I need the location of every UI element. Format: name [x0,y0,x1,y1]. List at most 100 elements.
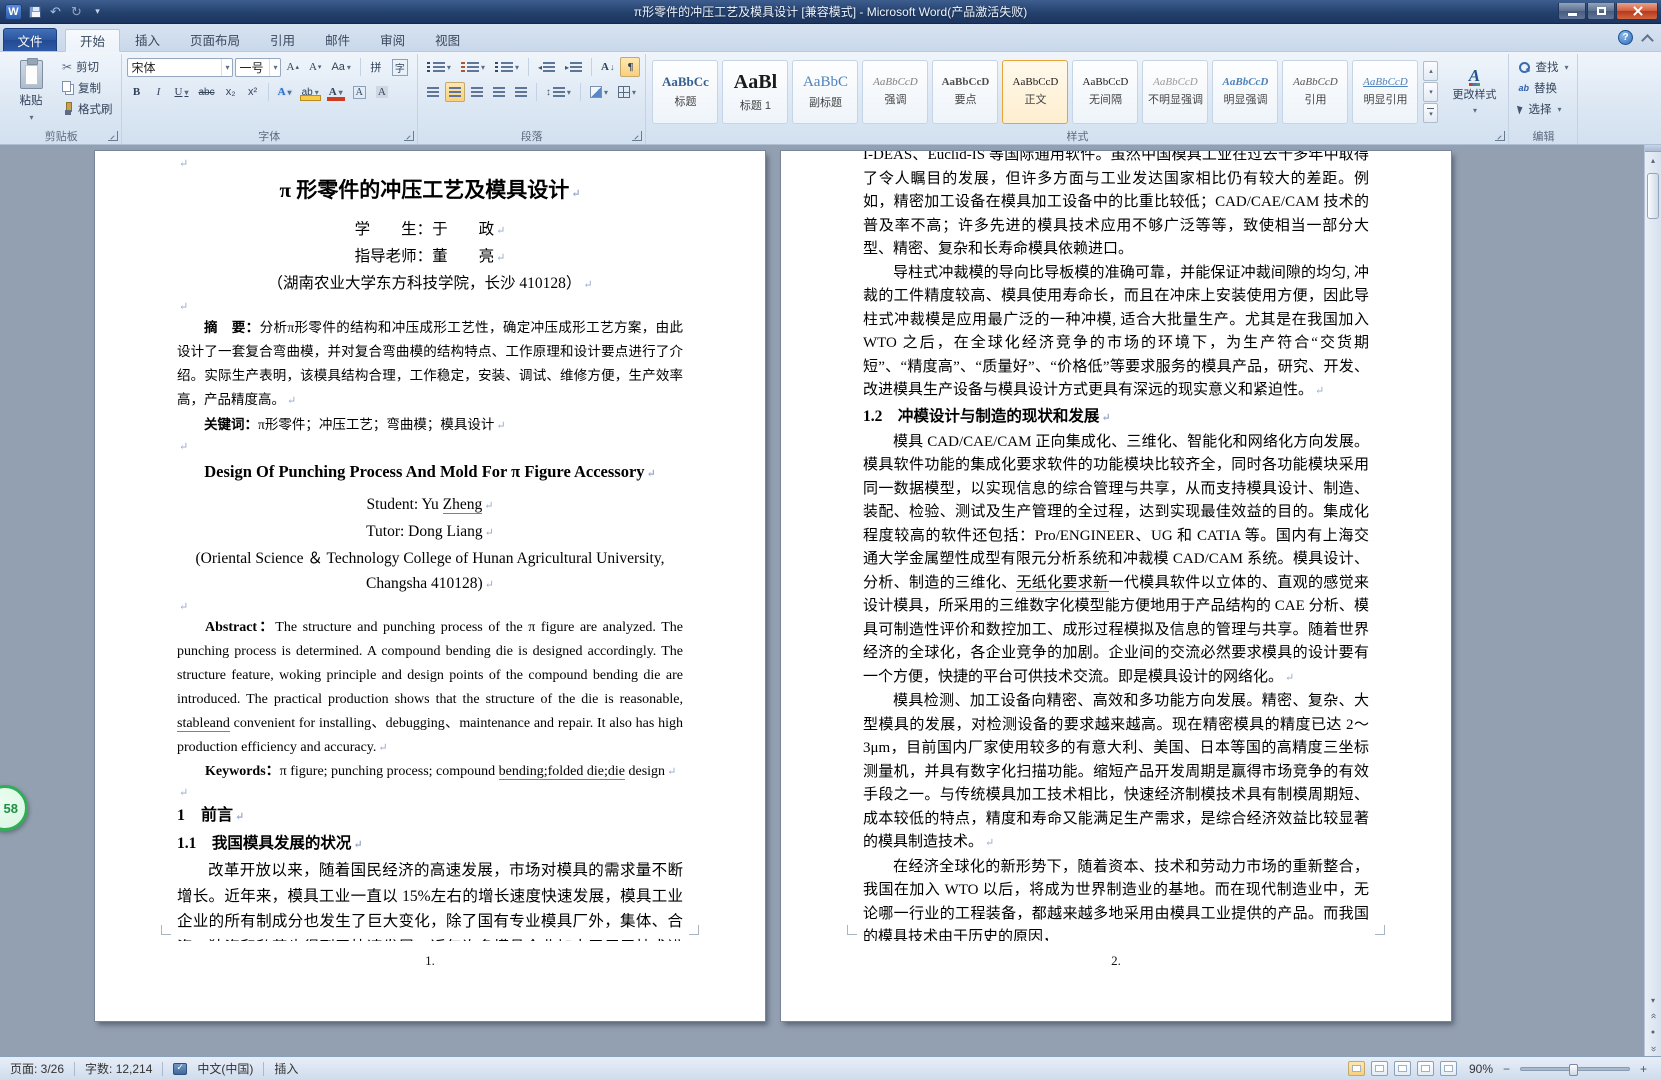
abstract-en[interactable]: Abstract：The structure and punching proc… [177,616,683,760]
doc-title-en[interactable]: Design Of Punching Process And Mold For … [177,458,683,488]
affiliation-cn[interactable]: （湖南农业大学东方科技学院，长沙 410128） [177,271,683,298]
heading-1-1[interactable]: 1.1 我国模具发展的状况 [177,831,683,858]
help-icon[interactable] [1618,30,1633,45]
subscript-button[interactable]: x₂ [221,82,241,102]
outline-view-icon[interactable] [1417,1061,1434,1076]
zoom-in-icon[interactable] [1636,1061,1651,1076]
split-handle[interactable] [1645,145,1661,152]
tutor-line-cn[interactable]: 指导老师：董 亮 [177,244,683,271]
styles-scroll-up-icon[interactable] [1423,60,1439,81]
styles-gallery-expand-icon[interactable] [1423,102,1439,123]
empty-paragraph[interactable] [177,155,683,173]
change-styles-button[interactable]: 更改样式 [1445,67,1503,117]
pinyin-guide-button[interactable]: 拼 [366,57,386,77]
style-item-quote[interactable]: AaBbCcD 引用 [1282,59,1349,124]
tab-home[interactable]: 开始 [65,29,121,52]
empty-paragraph[interactable] [177,438,683,456]
style-item-emphasis[interactable]: AaBbCcD 强调 [862,59,929,124]
show-marks-button[interactable]: ¶ [620,57,641,77]
style-item-intense-emphasis[interactable]: AaBbCcD 明显强调 [1212,59,1279,124]
clipboard-dialog-launcher-icon[interactable] [107,131,118,141]
bullets-button[interactable] [423,57,455,77]
page-1-content[interactable]: π 形零件的冲压工艺及模具设计 学 生：于 政 指导老师：董 亮 （湖南农业大学… [95,151,765,941]
style-item-intense-quote[interactable]: AaBbCcD 明显引用 [1352,59,1419,124]
tab-insert[interactable]: 插入 [120,28,175,51]
undo-icon[interactable] [47,4,64,20]
shading-button[interactable] [586,82,612,102]
tab-review[interactable]: 审阅 [365,28,420,51]
empty-paragraph[interactable] [177,298,683,316]
style-item-no-spacing[interactable]: AaBbCcD 无间隔 [1072,59,1139,124]
decrease-indent-button[interactable] [534,57,559,77]
document-area[interactable]: π 形零件的冲压工艺及模具设计 学 生：于 政 指导老师：董 亮 （湖南农业大学… [0,145,1661,1056]
doc-title-cn[interactable]: π 形零件的冲压工艺及模具设计 [177,175,683,209]
paste-button[interactable]: 粘贴 [7,56,55,127]
highlight-button[interactable]: ab [298,82,323,102]
page-2-content[interactable]: I-DEAS、Euclid-IS 等国际通用软件。虽然中国模具工业在过去十多年中… [781,151,1451,941]
previous-page-icon[interactable] [1645,1008,1661,1024]
superscript-button[interactable]: x² [243,82,263,102]
zoom-slider-thumb[interactable] [1568,1063,1578,1076]
heading-1[interactable]: 1 前言 [177,802,683,831]
scrollbar-track[interactable] [1645,168,1661,992]
line-spacing-button[interactable] [542,82,575,102]
empty-paragraph[interactable] [177,598,683,616]
keywords-en[interactable]: Keywords：π figure; punching process; com… [177,760,683,784]
language-indicator[interactable]: 中文(中国) [197,1060,253,1077]
scrollbar-thumb[interactable] [1647,173,1659,219]
underline-button[interactable]: U [171,82,193,102]
save-icon[interactable] [26,4,43,20]
body-paragraph[interactable]: I-DEAS、Euclid-IS 等国际通用软件。虽然中国模具工业在过去十多年中… [863,151,1369,262]
justify-button[interactable] [489,82,509,102]
scroll-up-icon[interactable] [1645,152,1661,168]
qat-dropdown-icon[interactable] [89,4,106,20]
shrink-font-button[interactable]: A [305,57,325,77]
body-paragraph[interactable]: 模具 CAD/CAE/CAM 正向集成化、三维化、智能化和网络化方向发展。模具软… [863,431,1369,691]
minimize-button[interactable] [1558,3,1586,20]
close-button[interactable] [1616,3,1658,20]
text-effects-button[interactable]: A [274,82,296,102]
keywords-cn[interactable]: 关键词：π形零件；冲压工艺；弯曲模；模具设计 [177,413,683,438]
fullscreen-reading-view-icon[interactable] [1371,1061,1388,1076]
zoom-slider[interactable] [1520,1063,1630,1076]
multilevel-list-button[interactable] [491,57,523,77]
affiliation-en[interactable]: (Oriental Science ＆ Technology College o… [177,546,683,598]
format-painter-button[interactable]: 格式刷 [59,99,116,118]
styles-scroll-down-icon[interactable] [1423,81,1439,102]
style-item-intense[interactable]: AaBbCcD 要点 [932,59,999,124]
align-left-button[interactable] [423,82,443,102]
page-2[interactable]: I-DEAS、Euclid-IS 等国际通用软件。虽然中国模具工业在过去十多年中… [781,151,1451,1021]
spellcheck-icon[interactable] [173,1062,188,1075]
font-size-combo[interactable]: 一号 [234,57,281,77]
style-item-normal[interactable]: AaBbCcD 正文 [1002,59,1069,124]
numbering-button[interactable] [457,57,489,77]
change-case-button[interactable]: Aa [327,57,354,77]
page-indicator[interactable]: 页面: 3/26 [10,1060,64,1077]
character-shading-button[interactable]: A [372,82,392,102]
tab-references[interactable]: 引用 [255,28,310,51]
tab-mailings[interactable]: 邮件 [310,28,365,51]
enclose-character-button[interactable]: 字 [388,57,412,77]
maximize-button[interactable] [1587,3,1615,20]
copy-button[interactable]: 复制 [59,78,116,97]
style-item-subtle-emphasis[interactable]: AaBbCcD 不明显强调 [1142,59,1209,124]
style-item-heading[interactable]: AaBbCc 标题 [652,59,719,124]
strikethrough-button[interactable]: abc [194,82,218,102]
style-item-heading1[interactable]: AaBl 标题 1 [722,59,789,124]
insert-mode[interactable]: 插入 [274,1060,298,1077]
draft-view-icon[interactable] [1440,1061,1457,1076]
tab-page-layout[interactable]: 页面布局 [175,28,255,51]
sort-button[interactable]: A [597,57,618,77]
scroll-down-icon[interactable] [1645,992,1661,1008]
page-1[interactable]: π 形零件的冲压工艺及模具设计 学 生：于 政 指导老师：董 亮 （湖南农业大学… [95,151,765,1021]
student-line-cn[interactable]: 学 生：于 政 [177,217,683,244]
replace-button[interactable]: 替换 [1514,79,1572,97]
zoom-level[interactable]: 90% [1463,1062,1493,1076]
tab-file[interactable]: 文件 [3,28,57,51]
cut-button[interactable]: 剪切 [59,57,116,76]
print-layout-view-icon[interactable] [1348,1061,1365,1076]
student-line-en[interactable]: Student: Yu Zheng [177,492,683,519]
font-color-button[interactable]: A [325,82,347,102]
grow-font-button[interactable]: A [283,57,303,77]
italic-button[interactable]: I [149,82,169,102]
